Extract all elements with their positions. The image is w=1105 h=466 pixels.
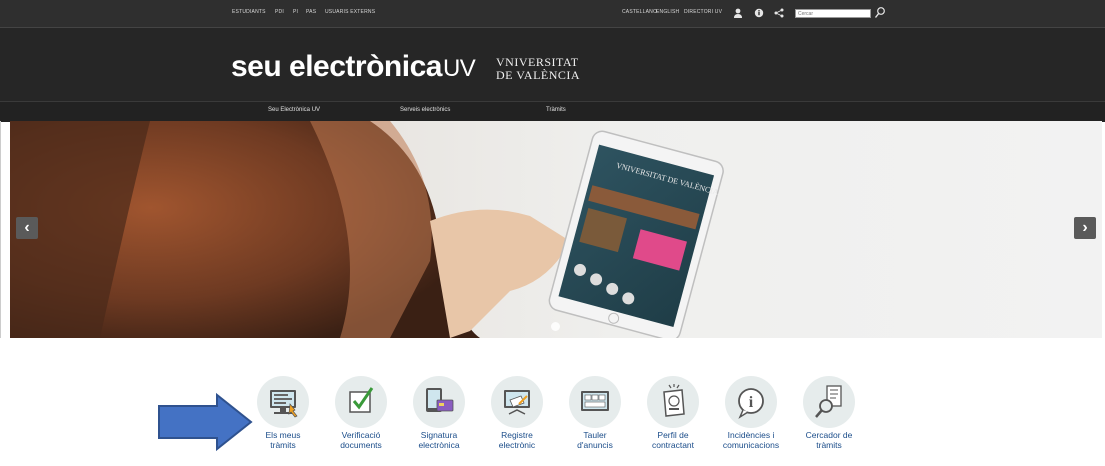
- service-tile-verificacio-documents[interactable]: Verificació documents: [324, 376, 398, 462]
- service-tile-incidencies[interactable]: i Incidències i comunicacions: [714, 376, 788, 462]
- register-icon: [504, 390, 530, 415]
- topbar-link-pas[interactable]: PAS: [306, 9, 316, 15]
- topbar-link-english[interactable]: ENGLISH: [656, 9, 679, 15]
- svg-text:i: i: [749, 394, 754, 411]
- nav-item-seu-electronica[interactable]: Seu Electrònica UV: [268, 107, 320, 113]
- carousel-next-button[interactable]: ›: [1074, 217, 1096, 239]
- service-tile-registre-electronic[interactable]: Registre electrònic: [480, 376, 554, 462]
- user-icon[interactable]: [733, 7, 743, 19]
- divider: [0, 121, 1, 338]
- site-logo[interactable]: seu electrònicaUV: [231, 50, 476, 84]
- tile-label: Signatura electrònica: [418, 430, 460, 450]
- university-logo[interactable]: VNIVERSITAT DE VALÈNCIA: [496, 56, 580, 82]
- service-tile-perfil-contractant[interactable]: Perfil de contractant: [636, 376, 710, 462]
- topbar-link-estudiants[interactable]: ESTUDIANTS: [232, 9, 266, 15]
- board-icon: [581, 391, 609, 411]
- profile-icon: [663, 384, 685, 417]
- service-tile-els-meus-tramits[interactable]: Els meus tràmits: [246, 376, 320, 462]
- arrow-right-icon: [158, 392, 253, 452]
- carousel-indicator[interactable]: [551, 322, 560, 331]
- hero-image: VNIVERSITAT DE VALÈNCIA: [10, 121, 724, 338]
- tile-label: Verificació documents: [340, 430, 382, 450]
- logo-text: seu electrònica: [231, 50, 442, 83]
- hero-carousel: VNIVERSITAT DE VALÈNCIA: [10, 121, 1102, 338]
- topbar-link-directori[interactable]: DIRECTORI UV: [684, 9, 722, 15]
- computer-icon: [270, 390, 298, 418]
- carousel-prev-button[interactable]: ‹: [16, 217, 38, 239]
- university-name-line2: DE VALÈNCIA: [496, 68, 581, 82]
- tile-label: Cercador de tràmits: [805, 430, 853, 450]
- topbar-link-pdi[interactable]: PDI: [275, 9, 284, 15]
- card-sign-icon: [426, 388, 454, 412]
- share-icon[interactable]: [774, 7, 784, 19]
- topbar-link-pi[interactable]: PI: [293, 9, 298, 15]
- nav-item-tramits[interactable]: Tràmits: [546, 107, 566, 113]
- topbar-link-usuaris-externs[interactable]: USUARIS EXTERNS: [325, 9, 375, 15]
- tile-label: Incidències i comunicacions: [722, 430, 780, 450]
- tile-label: Perfil de contractant: [651, 430, 695, 450]
- checkbox-icon: [349, 387, 374, 413]
- topbar-link-castellano[interactable]: CASTELLANO: [622, 9, 657, 15]
- service-tile-signatura-electronica[interactable]: Signatura electrònica: [402, 376, 476, 462]
- logo-suffix: UV: [442, 55, 476, 82]
- search-input[interactable]: [795, 9, 871, 18]
- tile-label: Els meus tràmits: [265, 430, 301, 450]
- tile-label: Tauler d'anuncis: [577, 430, 613, 450]
- nav-item-serveis-electronics[interactable]: Serveis electrònics: [400, 107, 450, 113]
- top-utility-bar: [0, 0, 1105, 28]
- search-icon[interactable]: [874, 6, 886, 20]
- service-tile-cercador-tramits[interactable]: Cercador de tràmits: [792, 376, 866, 462]
- service-tile-tauler-anuncis[interactable]: Tauler d'anuncis: [558, 376, 632, 462]
- info-circle-icon[interactable]: [754, 7, 764, 19]
- tile-label: Registre electrònic: [498, 430, 536, 450]
- info-icon: i: [738, 388, 764, 419]
- magnifier-doc-icon: [815, 385, 842, 418]
